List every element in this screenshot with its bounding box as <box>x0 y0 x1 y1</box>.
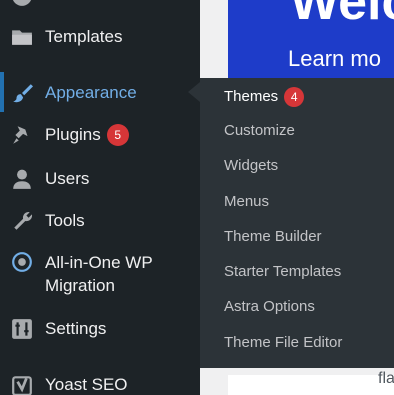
sidebar-item-label: Yoast SEO <box>45 375 128 394</box>
partial-icon <box>10 0 34 8</box>
banner-heading: Welc <box>290 0 394 31</box>
submenu-item-theme-file-editor[interactable]: Theme File Editor <box>224 333 342 353</box>
submenu-item-widgets[interactable]: Widgets <box>224 156 278 176</box>
sidebar-item-appearance[interactable]: Appearance <box>0 80 200 106</box>
plugin-icon <box>10 123 34 147</box>
folder-icon <box>10 25 34 49</box>
sidebar-item-settings[interactable]: Settings <box>0 316 200 342</box>
sidebar-item-label: All-in-One WP <box>45 253 153 272</box>
submenu-item-customize[interactable]: Customize <box>224 121 295 141</box>
learn-more-link[interactable]: Learn mo <box>288 46 381 72</box>
appearance-submenu: Themes 4 Customize Widgets Menus Theme Bu… <box>200 78 394 368</box>
admin-sidebar: Templates Appearance Plugins 5 Users Tool… <box>0 0 200 395</box>
sidebar-item-label: Settings <box>45 319 107 338</box>
sidebar-item-yoast[interactable]: Yoast SEO <box>0 372 200 395</box>
sidebar-item-users[interactable]: Users <box>0 166 200 192</box>
settings-icon <box>10 317 34 341</box>
themes-update-badge: 4 <box>284 87 305 108</box>
paintbrush-icon <box>10 81 34 105</box>
content-panel <box>228 375 394 395</box>
submenu-item-themes[interactable]: Themes 4 <box>224 87 305 108</box>
submenu-item-menus[interactable]: Menus <box>224 192 269 212</box>
user-icon <box>10 167 34 191</box>
sidebar-item-partial[interactable] <box>0 0 200 6</box>
submenu-item-theme-builder[interactable]: Theme Builder <box>224 227 322 247</box>
sidebar-item-migration[interactable]: All-in-One WP Migration <box>0 250 200 298</box>
sidebar-item-tools[interactable]: Tools <box>0 208 200 234</box>
welcome-banner: Welc Learn mo <box>228 0 394 90</box>
submenu-pointer <box>188 82 200 102</box>
sidebar-item-label-line2: Migration <box>45 276 115 295</box>
partial-text: fla <box>378 370 394 387</box>
sidebar-item-label: Users <box>45 169 90 188</box>
sidebar-item-templates[interactable]: Templates <box>0 24 200 50</box>
wrench-icon <box>10 209 34 233</box>
submenu-item-astra-options[interactable]: Astra Options <box>224 297 315 317</box>
yoast-icon <box>10 373 34 395</box>
sidebar-item-label: Appearance <box>45 83 137 102</box>
plugins-update-badge: 5 <box>106 124 129 147</box>
migration-icon <box>10 250 34 274</box>
submenu-item-starter-templates[interactable]: Starter Templates <box>224 262 341 282</box>
sidebar-item-label: Plugins 5 <box>45 124 129 147</box>
sidebar-item-label: Tools <box>45 211 85 230</box>
sidebar-item-plugins[interactable]: Plugins 5 <box>0 122 200 148</box>
sidebar-item-label: Templates <box>45 27 123 46</box>
